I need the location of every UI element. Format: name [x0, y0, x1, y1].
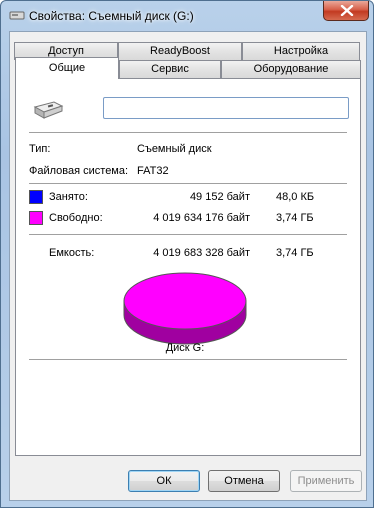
disk-usage-pie [123, 272, 247, 345]
type-label: Тип: [29, 143, 51, 155]
tab-service[interactable]: Сервис [119, 60, 221, 78]
removable-drive-icon [9, 11, 25, 20]
tab-readyboost[interactable]: ReadyBoost [118, 42, 242, 60]
separator [29, 359, 347, 360]
title-bar[interactable]: Свойства: Съемный диск (G:) [1, 1, 375, 31]
capacity-size: 3,74 ГБ [276, 247, 314, 259]
close-icon [340, 5, 354, 16]
separator [29, 183, 347, 184]
drive-label-input[interactable] [103, 97, 349, 119]
disk-name-label: Диск G: [165, 342, 205, 354]
free-space-swatch [29, 211, 43, 225]
tab-general[interactable]: Общие [15, 57, 119, 79]
window-title: Свойства: Съемный диск (G:) [29, 9, 194, 23]
capacity-label: Емкость: [49, 247, 95, 259]
free-bytes: 4 019 634 176 байт [153, 212, 250, 224]
separator [29, 132, 347, 133]
filesystem-value: FAT32 [137, 165, 169, 177]
free-size: 3,74 ГБ [276, 212, 314, 224]
tab-settings[interactable]: Настройка [242, 42, 360, 60]
ok-button[interactable]: ОК [128, 470, 200, 492]
tab-hardware[interactable]: Оборудование [221, 60, 361, 78]
used-space-swatch [29, 190, 43, 204]
dialog-client-area: Доступ ReadyBoost Настройка Общие Сервис… [9, 31, 367, 501]
usb-drive-icon [33, 101, 64, 119]
used-bytes: 49 152 байт [189, 191, 250, 203]
used-label: Занято: [49, 191, 88, 203]
used-size: 48,0 КБ [276, 191, 315, 203]
capacity-bytes: 4 019 683 328 байт [153, 247, 250, 259]
type-value: Съемный диск [137, 143, 212, 155]
properties-window: Свойства: Съемный диск (G:) Доступ Ready… [0, 0, 374, 508]
cancel-button[interactable]: Отмена [208, 470, 280, 492]
close-button[interactable] [323, 1, 369, 21]
free-label: Свободно: [49, 212, 103, 224]
filesystem-label: Файловая система: [29, 165, 129, 177]
apply-button[interactable]: Применить [290, 470, 362, 492]
separator [29, 234, 347, 235]
general-tab-panel: Тип: Съемный диск Файловая система: FAT3… [15, 78, 361, 456]
